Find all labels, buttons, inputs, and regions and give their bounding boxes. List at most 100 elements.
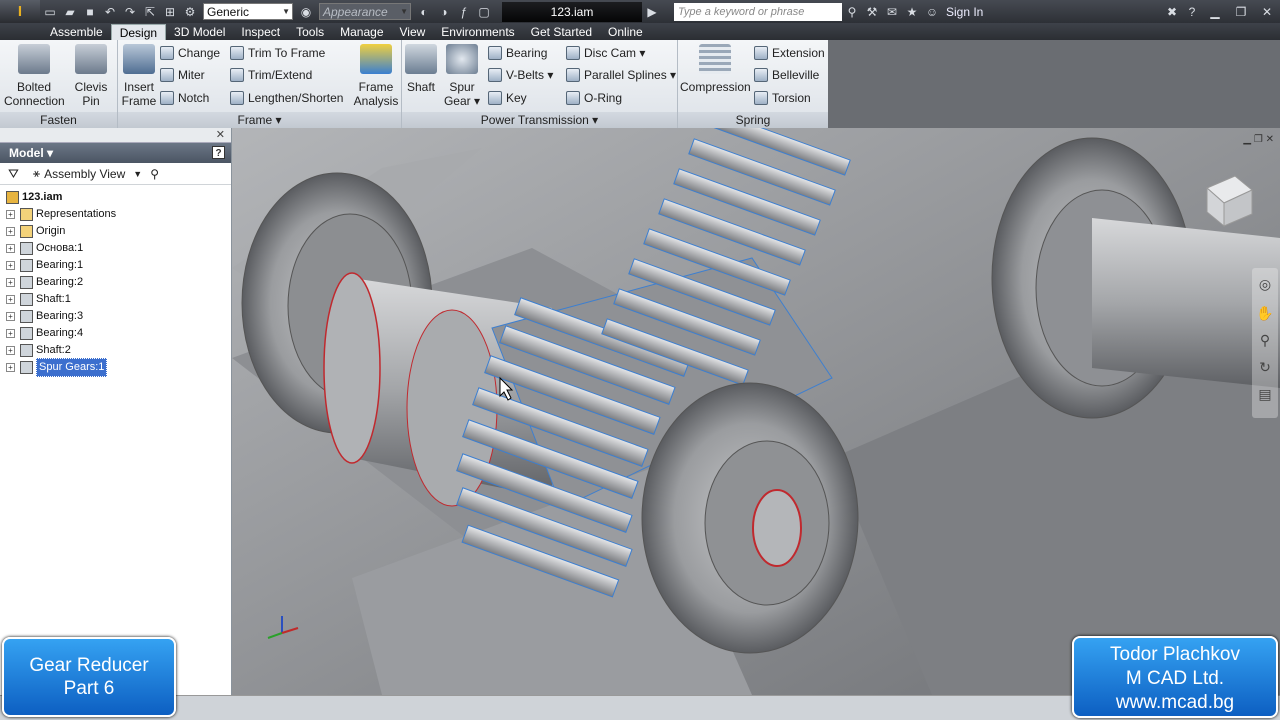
viewport-window-controls[interactable]: ▁ ❐ ✕ (1243, 134, 1274, 145)
lengthen-shorten-button[interactable]: Lengthen/Shorten (230, 88, 343, 108)
tree-node[interactable]: + Bearing:2 (6, 274, 231, 291)
material-select[interactable]: Generic ▼ (203, 3, 293, 20)
new-icon[interactable]: ▭ (40, 3, 60, 21)
app-menu-button[interactable]: I (0, 0, 40, 23)
extension-spring-button[interactable]: Extension (754, 43, 825, 63)
sign-in-link[interactable]: Sign In (946, 5, 983, 19)
tab-view[interactable]: View (392, 24, 434, 40)
help-icon[interactable]: ? (212, 146, 225, 159)
tab-design[interactable]: Design (110, 24, 167, 40)
tree-node[interactable]: + Origin (6, 223, 231, 240)
filter-icon[interactable]: ⛛ (8, 166, 19, 182)
expand-icon[interactable]: + (6, 346, 15, 355)
key-button[interactable]: Key (488, 88, 527, 108)
tab-get-started[interactable]: Get Started (523, 24, 600, 40)
panel-label-frame[interactable]: Frame ▾ (118, 112, 401, 128)
tab-3d-model[interactable]: 3D Model (166, 24, 233, 40)
steering-wheel-icon[interactable]: ◎ (1252, 276, 1278, 293)
save-icon[interactable]: ■ (80, 3, 100, 21)
disc-cam-button[interactable]: Disc Cam ▾ (566, 43, 645, 63)
trim-to-frame-button[interactable]: Trim To Frame (230, 43, 325, 63)
change-button[interactable]: Change (160, 43, 220, 63)
expand-icon[interactable]: + (6, 261, 15, 270)
expand-icon[interactable]: + (6, 329, 15, 338)
tree-node[interactable]: + Shaft:2 (6, 342, 231, 359)
tree-node[interactable]: + Representations (6, 206, 231, 223)
update-icon[interactable]: ⚙ (180, 3, 200, 21)
miter-icon (160, 68, 174, 82)
favorites-icon[interactable]: ★ (902, 3, 922, 21)
tree-node[interactable]: + Spur Gears:1 (6, 358, 231, 377)
exchange-icon[interactable]: ✖ (1162, 3, 1182, 21)
redo-icon[interactable]: ↷ (120, 3, 140, 21)
spur-gear-button[interactable]: Spur Gear ▾ (442, 44, 482, 108)
expand-icon[interactable]: + (6, 227, 15, 236)
tree-root[interactable]: 123.iam (6, 189, 231, 206)
assembly-view-select[interactable]: Assembly View (44, 167, 125, 181)
tab-assemble[interactable]: Assemble (42, 24, 111, 40)
zoom-icon[interactable]: ⚲ (1252, 332, 1278, 349)
parameters-icon[interactable]: ƒ (454, 3, 474, 21)
tab-tools[interactable]: Tools (288, 24, 332, 40)
notch-button[interactable]: Notch (160, 88, 209, 108)
expand-icon[interactable]: + (6, 278, 15, 287)
appearance-select[interactable]: Appearance ▼ (319, 3, 411, 20)
return-icon[interactable]: ⇱ (140, 3, 160, 21)
tab-online[interactable]: Online (600, 24, 651, 40)
insert-frame-button[interactable]: Insert Frame (120, 44, 158, 108)
tree-node[interactable]: + Bearing:3 (6, 308, 231, 325)
subscription-icon[interactable]: ⚒ (862, 3, 882, 21)
expand-icon[interactable]: + (6, 295, 15, 304)
compression-spring-button[interactable]: Compression (680, 44, 751, 94)
bolted-connection-button[interactable]: Bolted Connection (4, 44, 65, 108)
clevis-pin-button[interactable]: Clevis Pin (70, 44, 112, 108)
help-icon[interactable]: ? (1182, 3, 1202, 21)
expand-icon[interactable]: + (6, 210, 15, 219)
belleville-spring-button[interactable]: Belleville (754, 65, 819, 85)
search-input[interactable]: Type a keyword or phrase (674, 2, 842, 21)
look-at-icon[interactable]: ▤ (1252, 386, 1278, 403)
miter-button[interactable]: Miter (160, 65, 205, 85)
select-icon[interactable]: ⊞ (160, 3, 180, 21)
restore-icon[interactable]: ❐ (1228, 3, 1254, 21)
tree-node[interactable]: + Bearing:1 (6, 257, 231, 274)
parallel-splines-button[interactable]: Parallel Splines ▾ (566, 65, 676, 85)
adjust-icon[interactable]: ◐ (414, 3, 434, 21)
panel-power-transmission: Shaft Spur Gear ▾ Bearing V-Belts ▾ Key D… (402, 40, 678, 128)
expand-icon[interactable]: + (6, 244, 15, 253)
bearing-button[interactable]: Bearing (488, 43, 547, 63)
tree-node[interactable]: + Shaft:1 (6, 291, 231, 308)
close-icon[interactable]: ✕ (216, 128, 225, 141)
undo-icon[interactable]: ↶ (100, 3, 120, 21)
open-icon[interactable]: ▰ (60, 3, 80, 21)
tree-node[interactable]: + Bearing:4 (6, 325, 231, 342)
navigation-bar[interactable]: ◎ ✋ ⚲ ↻ ▤ (1252, 268, 1278, 418)
binoculars-icon[interactable]: ⚲ (842, 3, 862, 21)
chevron-down-icon[interactable]: ▼ (133, 169, 142, 179)
measure-icon[interactable]: ▢ (474, 3, 494, 21)
pan-icon[interactable]: ✋ (1252, 305, 1278, 322)
close-icon[interactable]: ✕ (1254, 3, 1280, 21)
tab-manage[interactable]: Manage (332, 24, 391, 40)
minimize-icon[interactable]: ▁ (1202, 3, 1228, 21)
frame-analysis-button[interactable]: Frame Analysis (352, 44, 400, 108)
model-browser-header[interactable]: Model ▾? (0, 143, 231, 163)
v-belts-button[interactable]: V-Belts ▾ (488, 65, 553, 85)
play-icon[interactable]: ▶ (642, 3, 662, 21)
author-name: Todor Plachkov (1110, 644, 1240, 665)
trim-extend-button[interactable]: Trim/Extend (230, 65, 312, 85)
orbit-icon[interactable]: ↻ (1252, 359, 1278, 376)
panel-label-power-transmission[interactable]: Power Transmission ▾ (402, 112, 677, 128)
graphics-viewport[interactable]: ▁ ❐ ✕ ◎ ✋ ⚲ ↻ ▤ (232, 128, 1280, 695)
clear-icon[interactable]: ◑ (434, 3, 454, 21)
communication-icon[interactable]: ✉ (882, 3, 902, 21)
torsion-spring-button[interactable]: Torsion (754, 88, 811, 108)
tab-inspect[interactable]: Inspect (233, 24, 288, 40)
expand-icon[interactable]: + (6, 312, 15, 321)
shaft-button[interactable]: Shaft (404, 44, 438, 94)
tab-environments[interactable]: Environments (433, 24, 522, 40)
binoculars-icon[interactable]: ⚲ (150, 167, 159, 181)
expand-icon[interactable]: + (6, 363, 15, 372)
o-ring-button[interactable]: O-Ring (566, 88, 622, 108)
tree-node[interactable]: + Основа:1 (6, 240, 231, 257)
